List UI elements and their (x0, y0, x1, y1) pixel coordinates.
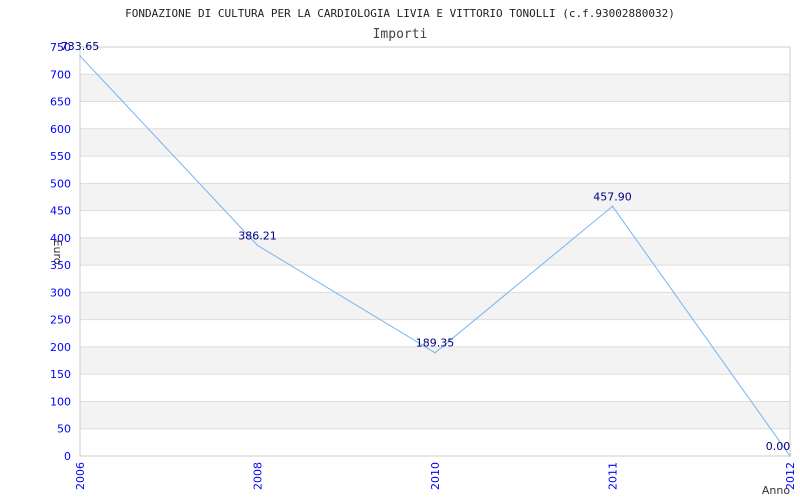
y-tick-label: 50 (57, 423, 71, 436)
y-tick-label: 200 (50, 341, 71, 354)
data-point (79, 55, 81, 57)
x-tick-label: 2011 (607, 462, 620, 490)
y-tick-label: 650 (50, 96, 71, 109)
x-tick-label: 2008 (252, 462, 265, 490)
y-tick-label: 150 (50, 368, 71, 381)
grid-band (80, 346, 790, 375)
data-label: 0.00 (766, 440, 791, 453)
data-point (434, 351, 436, 354)
data-label: 733.65 (61, 40, 100, 53)
data-point (611, 205, 614, 208)
x-axis-label: Anno (762, 484, 790, 497)
y-axis-label: Euro (51, 240, 64, 265)
grid-band (80, 237, 790, 266)
y-tick-label: 600 (50, 123, 71, 136)
chart-title: FONDAZIONE DI CULTURA PER LA CARDIOLOGIA… (125, 7, 675, 20)
grid-band (80, 128, 790, 157)
y-tick-label: 550 (50, 150, 71, 163)
y-tick-label: 100 (50, 395, 71, 408)
data-label: 386.21 (238, 229, 277, 242)
y-tick-label: 250 (50, 314, 71, 327)
y-tick-label: 700 (50, 68, 71, 81)
grid-band (80, 183, 790, 211)
grid-band (80, 74, 790, 102)
chart-subtitle: Importi (373, 27, 428, 42)
x-tick-label: 2006 (74, 462, 87, 490)
y-tick-label: 300 (50, 286, 71, 299)
data-label: 457.90 (593, 190, 632, 203)
grid-band (80, 401, 790, 429)
y-tick-label: 500 (50, 177, 71, 190)
y-tick-label: 0 (64, 450, 71, 463)
data-label: 189.35 (416, 337, 455, 350)
x-tick-label: 2010 (429, 462, 442, 490)
y-tick-label: 450 (50, 205, 71, 218)
data-point (789, 455, 791, 457)
line-chart: FONDAZIONE DI CULTURA PER LA CARDIOLOGIA… (50, 7, 797, 497)
data-point (256, 244, 259, 247)
